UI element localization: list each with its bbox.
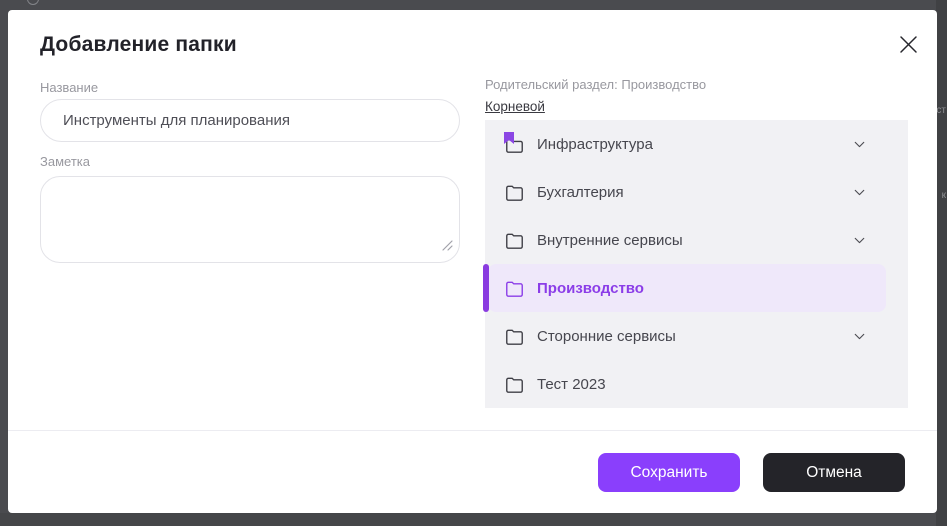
note-field-label: Заметка — [40, 154, 90, 169]
name-field-label: Название — [40, 80, 98, 95]
chevron-down-icon[interactable] — [851, 184, 868, 201]
tree-item-test-2023[interactable]: Тест 2023 — [485, 360, 908, 408]
note-field-wrap — [40, 176, 460, 263]
tree-item-infrastruktura[interactable]: Инфраструктура — [485, 120, 908, 168]
close-icon — [898, 34, 919, 55]
tree-item-storonnie-servisy[interactable]: Сторонние сервисы — [485, 312, 908, 360]
chevron-down-icon[interactable] — [851, 328, 868, 345]
folder-note-textarea[interactable] — [40, 176, 460, 263]
close-button[interactable] — [894, 30, 922, 58]
tree-item-label: Тест 2023 — [537, 376, 606, 393]
background-seam — [0, 513, 630, 526]
folder-icon — [505, 232, 524, 249]
root-section-link[interactable]: Корневой — [485, 99, 545, 114]
background-logo-fragment — [27, 0, 39, 5]
chevron-down-icon[interactable] — [851, 136, 868, 153]
tree-item-label: Инфраструктура — [537, 136, 653, 153]
folder-tree: Инфраструктура Бухгалтерия Внутренние — [485, 120, 908, 408]
bookmark-badge — [504, 132, 514, 144]
tree-item-proizvodstvo-selected[interactable]: Производство — [485, 264, 908, 312]
add-folder-dialog: Добавление папки Название Заметка Родите… — [8, 10, 937, 513]
dialog-title: Добавление папки — [40, 33, 237, 57]
cancel-button[interactable]: Отмена — [763, 453, 905, 492]
folder-icon — [505, 328, 524, 345]
chevron-down-icon[interactable] — [851, 232, 868, 249]
tree-item-vnutrennie-servisy[interactable]: Внутренние сервисы — [485, 216, 908, 264]
tree-item-label: Производство — [537, 280, 644, 297]
parent-section-caption: Родительский раздел: Производство — [485, 77, 706, 92]
tree-item-label: Внутренние сервисы — [537, 232, 683, 249]
folder-bookmark-icon — [505, 136, 524, 153]
tree-item-label: Сторонние сервисы — [537, 328, 676, 345]
folder-icon — [505, 184, 524, 201]
tree-item-buhgalteriya[interactable]: Бухгалтерия — [485, 168, 908, 216]
footer-divider — [8, 430, 937, 431]
folder-icon — [505, 376, 524, 393]
background-page-strip: ст к — [936, 0, 947, 526]
tree-item-label: Бухгалтерия — [537, 184, 624, 201]
save-button[interactable]: Сохранить — [598, 453, 740, 492]
background-text-fragment: ст — [936, 105, 946, 116]
background-text-fragment: к — [942, 190, 946, 201]
folder-icon — [505, 280, 524, 297]
modal-overlay: ст к Добавление папки Название Заметка Р… — [0, 0, 947, 526]
folder-name-input[interactable] — [40, 99, 460, 142]
